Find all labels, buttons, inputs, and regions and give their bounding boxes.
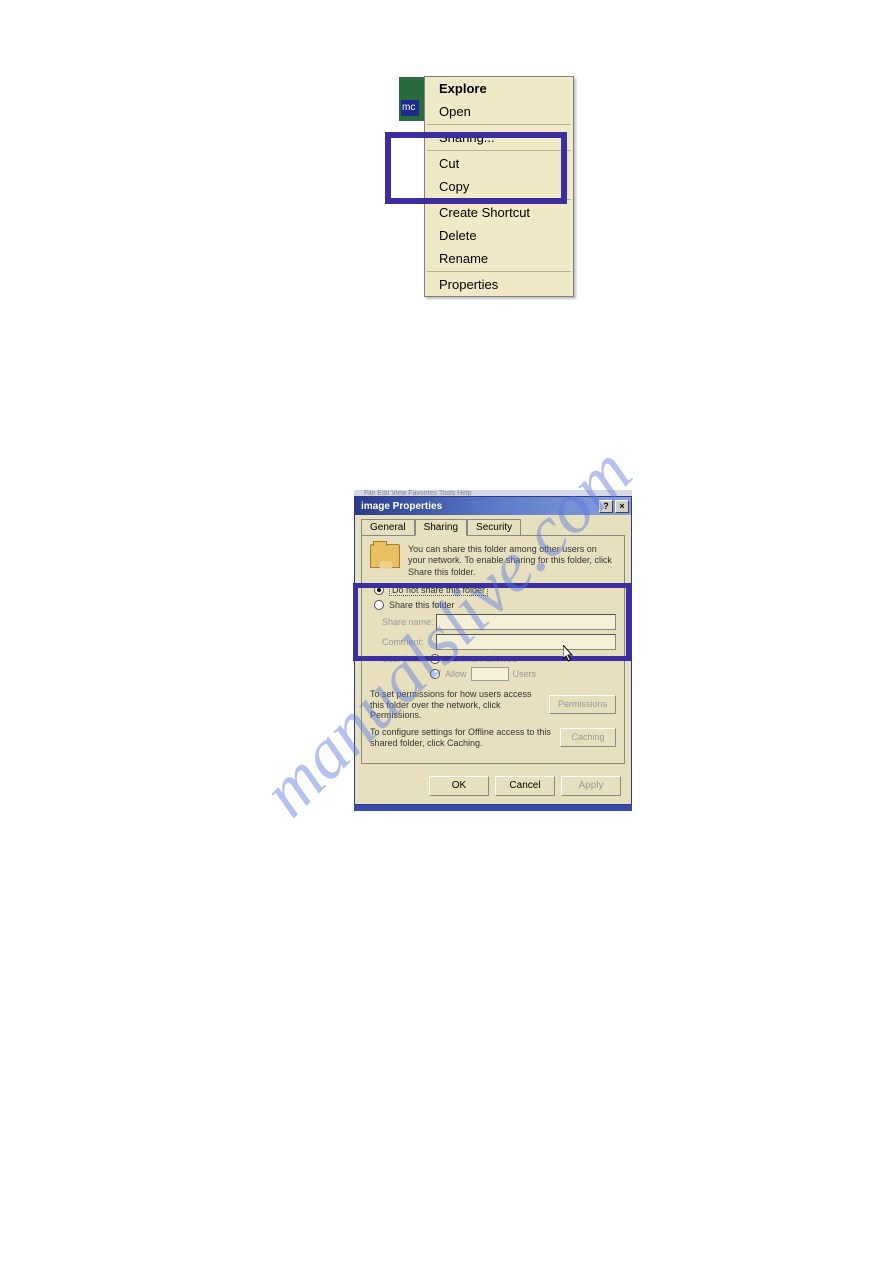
comment-input[interactable] [436,634,616,650]
menu-item-properties[interactable]: Properties [425,273,573,296]
shared-folder-icon [370,544,400,568]
share-name-label: Share name: [382,617,436,627]
user-limit-label: User limit: [382,654,430,664]
share-folder-label: Share this folder [389,600,455,610]
comment-label: Comment: [382,637,436,647]
sharing-info-text: You can share this folder among other us… [408,544,616,578]
users-label: Users [513,669,537,679]
titlebar-text: image Properties [361,501,442,512]
apply-button[interactable]: Apply [561,776,621,796]
menu-item-delete[interactable]: Delete [425,224,573,247]
caching-text: To configure settings for Offline access… [370,727,554,749]
close-button[interactable]: × [615,500,629,513]
sharing-panel: You can share this folder among other us… [361,535,625,764]
radio-allow[interactable] [430,669,440,679]
menu-separator [427,150,571,151]
cursor-icon [563,645,575,663]
titlebar[interactable]: image Properties ? × [355,497,631,515]
menu-item-create-shortcut[interactable]: Create Shortcut [425,201,573,224]
menu-item-explore[interactable]: Explore [425,77,573,100]
background-bottom-bar [354,805,632,811]
menu-item-copy[interactable]: Copy [425,175,573,198]
menu-separator [427,199,571,200]
dialog-button-row: OK Cancel Apply [355,770,631,804]
context-menu: Explore Open Sharing... Cut Copy Create … [424,76,574,297]
menu-item-rename[interactable]: Rename [425,247,573,270]
share-name-input[interactable] [436,614,616,630]
menu-item-cut[interactable]: Cut [425,152,573,175]
allow-count-input[interactable] [471,667,509,681]
ok-button[interactable]: OK [429,776,489,796]
dialog-wrapper: File Edit View Favorites Tools Help imag… [354,496,632,805]
menu-separator [427,271,571,272]
radio-share-folder[interactable] [374,600,384,610]
radio-max-allowed[interactable] [430,654,440,664]
tab-strip: General Sharing Security [355,515,631,535]
allow-label: Allow [445,669,467,679]
tab-sharing[interactable]: Sharing [415,519,467,536]
cancel-button[interactable]: Cancel [495,776,555,796]
max-allowed-label: Maximum allowed [445,654,517,664]
properties-dialog: image Properties ? × General Sharing Sec… [354,496,632,805]
do-not-share-label: Do not share this folder [389,584,488,596]
permissions-text: To set permissions for how users access … [370,689,543,721]
menu-item-open[interactable]: Open [425,100,573,123]
menu-separator [427,124,571,125]
permissions-button[interactable]: Permissions [549,695,616,714]
radio-do-not-share[interactable] [374,585,384,595]
help-button[interactable]: ? [599,500,613,513]
context-menu-wrapper: mc Explore Open Sharing... Cut Copy Crea… [399,76,574,297]
background-selection-scrap: mc [401,100,419,116]
caching-button[interactable]: Caching [560,728,616,747]
tab-general[interactable]: General [361,519,415,535]
menu-item-sharing[interactable]: Sharing... [425,126,573,149]
tab-security[interactable]: Security [467,519,521,535]
